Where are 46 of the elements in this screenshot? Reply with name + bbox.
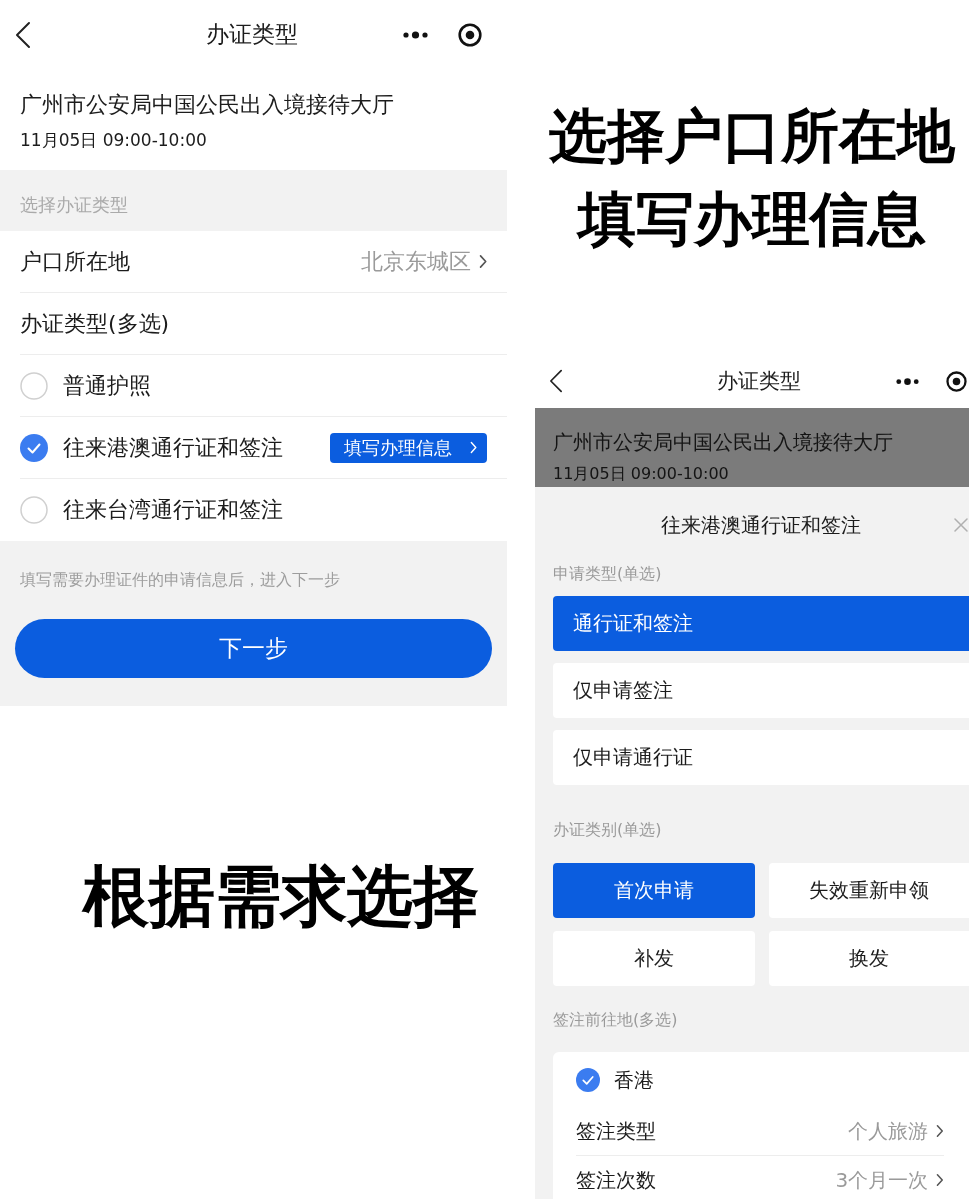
caption-heading: 选择户口所在地	[549, 100, 955, 172]
round-checkbox[interactable]	[576, 1067, 600, 1092]
chevron-right-icon	[936, 1172, 944, 1187]
caption-heading: 填写办理信息	[578, 183, 926, 255]
option-button[interactable]: 补发	[553, 930, 755, 986]
option-button[interactable]: 通行证和签注	[553, 595, 969, 651]
venue-name: 广州市公安局中国公民出入境接待大厅	[553, 428, 894, 455]
option-button[interactable]: 失效重新申领	[769, 862, 969, 918]
chevron-right-icon	[478, 254, 487, 269]
page-title: 办证类型	[206, 20, 298, 50]
circle-dot-icon[interactable]	[458, 23, 482, 47]
fill-info-button[interactable]: 填写办理信息	[329, 432, 487, 463]
round-checkbox[interactable]	[20, 433, 48, 462]
group-label: 签注前往地(多选)	[553, 1008, 679, 1031]
page-title: 办证类型	[716, 367, 801, 395]
option-button[interactable]: 换发	[769, 930, 969, 986]
option-button[interactable]: 仅申请通行证	[553, 729, 969, 785]
field-label: 签注次数	[576, 1166, 656, 1194]
more-icon[interactable]	[403, 31, 428, 39]
destination-name[interactable]: 香港	[614, 1064, 654, 1095]
more-icon[interactable]	[896, 377, 919, 385]
option-button[interactable]: 首次申请	[553, 862, 755, 918]
option-label[interactable]: 普通护照	[63, 370, 151, 401]
appointment-time: 11月05日 09:00-10:00	[553, 463, 730, 484]
field-label: 户口所在地	[20, 247, 130, 276]
back-icon[interactable]	[14, 21, 32, 49]
field-label: 办证类型(多选)	[20, 309, 170, 338]
hint-text: 填写需要办理证件的申请信息后，进入下一步	[19, 569, 341, 591]
circle-dot-icon[interactable]	[946, 370, 967, 392]
group-label: 办证类别(单选)	[553, 818, 663, 841]
field-label: 签注类型	[576, 1118, 656, 1146]
venue-name: 广州市公安局中国公民出入境接待大厅	[20, 91, 395, 119]
group-label: 申请类型(单选)	[553, 562, 663, 585]
round-checkbox[interactable]	[20, 496, 48, 524]
round-checkbox[interactable]	[20, 371, 48, 400]
option-label[interactable]: 往来台湾通行证和签注	[63, 495, 283, 525]
chevron-right-icon	[936, 1124, 944, 1139]
caption-heading: 根据需求选择	[82, 857, 479, 937]
chevron-right-icon	[469, 441, 477, 454]
option-label[interactable]: 往来港澳通行证和签注	[63, 432, 283, 463]
sheet-title: 往来港澳通行证和签注	[661, 511, 861, 538]
next-button[interactable]: 下一步	[15, 619, 492, 678]
option-button[interactable]: 仅申请签注	[553, 662, 969, 718]
back-icon[interactable]	[548, 369, 564, 394]
appointment-time: 11月05日 09:00-10:00	[20, 129, 208, 152]
section-label: 选择办证类型	[0, 170, 507, 231]
